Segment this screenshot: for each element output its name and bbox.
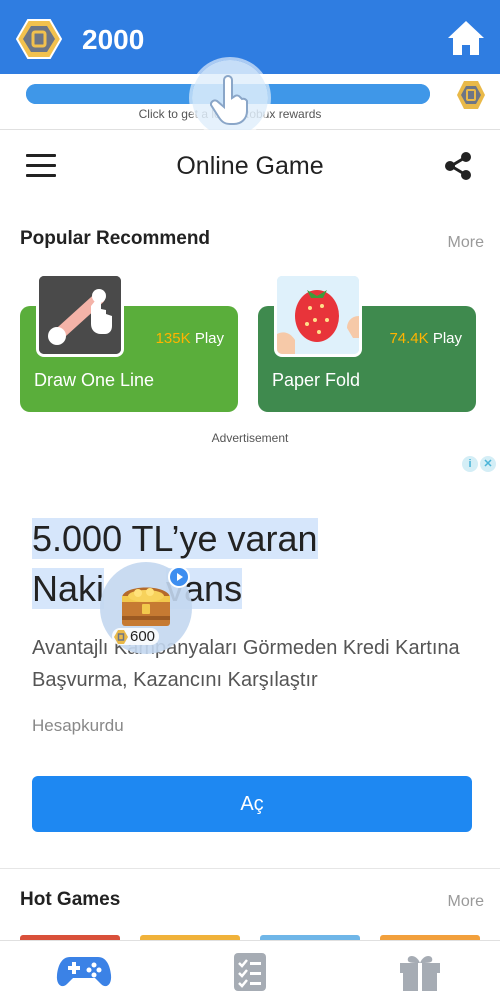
app-header: Online Game xyxy=(0,130,500,202)
ad-headline: 5.000 TL’ye varan Naki vans xyxy=(32,518,318,609)
page-title: Online Game xyxy=(176,152,324,180)
advertisement-banner[interactable]: i ✕ 5.000 TL’ye varan Naki vans Avantajlı… xyxy=(0,452,500,868)
nav-tasks[interactable] xyxy=(222,951,278,993)
share-icon[interactable] xyxy=(442,150,474,182)
game-card-draw-one-line[interactable]: 135K Play Draw One Line xyxy=(20,273,238,412)
hot-games-section: Hot Games More xyxy=(0,868,500,941)
advertisement-label: Advertisement xyxy=(211,431,289,445)
gamepad-icon xyxy=(56,957,112,987)
game-card-paper-fold[interactable]: 74.4K Play Paper Fold xyxy=(258,273,476,412)
ad-advertiser[interactable]: Hesapkurdu xyxy=(32,716,124,736)
top-bar: 2000 xyxy=(0,0,500,74)
draw-one-line-thumbnail xyxy=(36,273,124,357)
section-title: Hot Games xyxy=(20,889,121,910)
chest-reward-count: 600 xyxy=(112,628,160,645)
section-title: Popular Recommend xyxy=(20,228,211,249)
robux-coin-icon xyxy=(15,18,63,60)
home-icon[interactable] xyxy=(446,18,486,58)
robux-balance: 2000 xyxy=(82,24,145,55)
task-list-icon xyxy=(234,953,266,991)
more-link[interactable]: More xyxy=(448,234,484,252)
ad-choices[interactable]: i ✕ xyxy=(462,456,496,472)
game-name: Paper Fold xyxy=(272,370,361,390)
video-play-icon xyxy=(168,566,190,588)
tap-hint-hand-icon xyxy=(192,60,268,136)
treasure-chest-icon xyxy=(122,587,170,626)
ad-close-icon[interactable]: ✕ xyxy=(480,456,496,472)
robux-coin-icon[interactable] xyxy=(456,80,486,110)
game-play-count: 74.4K Play xyxy=(389,330,462,347)
ad-description: Avantajlı Kampanyaları Görmeden Kredi Ka… xyxy=(32,637,460,691)
robux-coin-icon xyxy=(114,629,128,644)
more-link[interactable]: More xyxy=(448,893,484,911)
nav-rewards[interactable] xyxy=(392,951,448,993)
nav-games[interactable] xyxy=(56,951,112,993)
treasure-chest-reward[interactable]: 600 xyxy=(100,562,192,654)
paper-fold-thumbnail xyxy=(274,273,362,357)
popular-recommend-section: Popular Recommend More 135K Play Draw On… xyxy=(0,202,500,452)
ad-open-button[interactable]: Aç xyxy=(32,776,472,832)
game-play-count: 135K Play xyxy=(155,330,224,347)
bottom-navigation xyxy=(0,940,500,1000)
ad-info-icon[interactable]: i xyxy=(462,456,478,472)
game-name: Draw One Line xyxy=(34,370,155,390)
gift-icon xyxy=(400,956,440,991)
